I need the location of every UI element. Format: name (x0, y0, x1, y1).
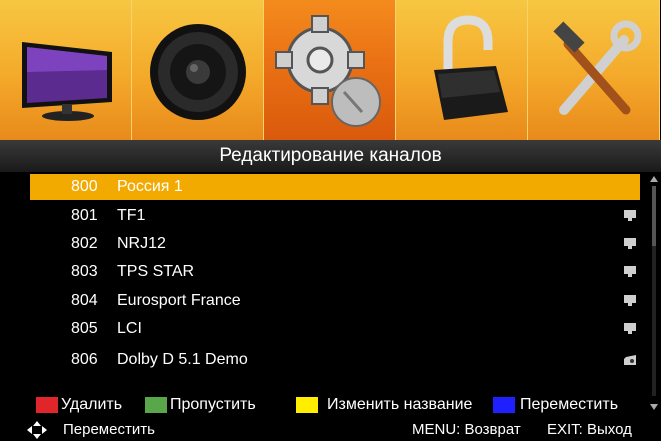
color-key-legend: Удалить Пропустить Изменить название Пер… (0, 394, 661, 416)
menu-back-hint: MENU: Возврат (412, 421, 521, 438)
channel-number: 803 (71, 263, 98, 280)
menu-tile-settings[interactable] (264, 0, 396, 140)
channel-list: 800 Россия 1 801 TF1 802 NRJ12 803 TPS S… (0, 172, 661, 390)
menu-icon-bar (0, 0, 661, 140)
red-key-icon[interactable] (36, 397, 58, 413)
tv-icon (22, 42, 112, 121)
channel-number: 800 (71, 178, 98, 195)
scrollbar-thumb[interactable] (652, 186, 656, 246)
channel-row[interactable]: 805 LCI (30, 316, 640, 342)
channel-row[interactable]: 801 TF1 (30, 203, 640, 229)
channel-name: LCI (117, 320, 142, 337)
move-hint: Переместить (63, 421, 155, 438)
radio-channel-icon (624, 355, 636, 365)
channel-name: Dolby D 5.1 Demo (117, 351, 248, 368)
tools-icon (553, 20, 642, 115)
channel-row-selected[interactable]: 800 Россия 1 (30, 174, 640, 200)
channel-number: 801 (71, 207, 98, 224)
red-key-label: Удалить (61, 396, 123, 413)
yellow-key-label: Изменить название (327, 396, 473, 413)
channel-row[interactable]: 803 TPS STAR (30, 259, 640, 285)
exit-hint: EXIT: Выход (547, 421, 632, 438)
green-key-label: Пропустить (170, 396, 256, 413)
scrollbar[interactable] (652, 186, 656, 396)
blue-key-label: Переместить (520, 396, 619, 413)
tv-channel-icon (624, 210, 636, 221)
tv-channel-icon (624, 295, 636, 306)
blue-key-icon[interactable] (493, 397, 515, 413)
menu-tile-tv[interactable] (0, 0, 132, 140)
menu-tile-audio[interactable] (132, 0, 264, 140)
channel-number: 804 (71, 292, 98, 309)
scroll-up-arrow-icon[interactable] (650, 176, 658, 182)
yellow-key-icon[interactable] (296, 397, 318, 413)
channel-name: TF1 (117, 207, 146, 224)
tv-channel-icon (624, 238, 636, 249)
channel-row[interactable]: 804 Eurosport France (30, 288, 640, 314)
channel-name: Россия 1 (117, 178, 183, 195)
tv-channel-icon (624, 266, 636, 277)
speaker-icon (150, 24, 246, 120)
tv-channel-icon (624, 323, 636, 334)
menu-tile-tools[interactable] (528, 0, 660, 140)
channel-name: TPS STAR (117, 263, 195, 280)
channel-row[interactable]: 802 NRJ12 (30, 231, 640, 257)
channel-number: 805 (71, 320, 98, 337)
channel-row[interactable]: 806 Dolby D 5.1 Demo (30, 347, 640, 373)
channel-number: 806 (71, 351, 98, 368)
channel-name: NRJ12 (117, 235, 166, 252)
navigation-arrows-icon (27, 421, 47, 439)
padlock-icon (434, 15, 508, 120)
satellite-settings-icon (275, 15, 381, 127)
channel-name: Eurosport France (117, 292, 241, 309)
menu-tile-lock[interactable] (396, 0, 528, 140)
green-key-icon[interactable] (145, 397, 167, 413)
channel-number: 802 (71, 235, 98, 252)
page-title: Редактирование каналов (0, 140, 661, 172)
footer-bar: Переместить MENU: Возврат EXIT: Выход (0, 418, 661, 441)
